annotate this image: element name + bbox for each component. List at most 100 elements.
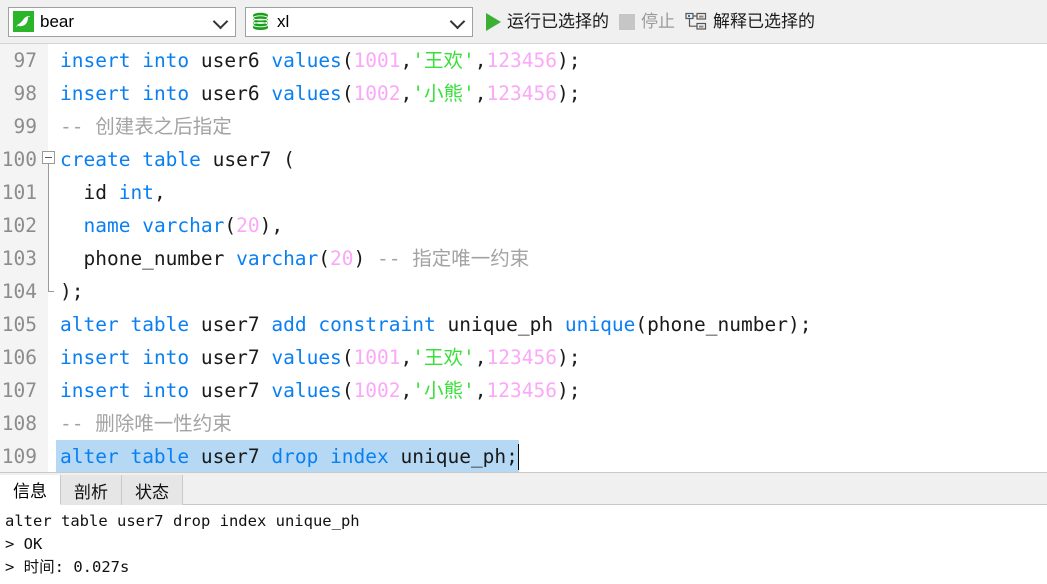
- code-text[interactable]: alter table user7 drop index unique_ph;: [56, 440, 519, 472]
- run-selected-label: 运行已选择的: [507, 12, 609, 31]
- connection-combobox[interactable]: bear: [8, 6, 236, 37]
- code-text[interactable]: name varchar(20),: [56, 209, 1047, 242]
- fold-toggle-icon[interactable]: [41, 143, 56, 176]
- token-kw: constraint: [318, 313, 436, 336]
- code-text[interactable]: );: [56, 275, 1047, 308]
- result-tabs[interactable]: 信息 剖析 状态: [0, 473, 1047, 505]
- explain-selected-label: 解释已选择的: [713, 12, 815, 31]
- fold-guide: [41, 308, 56, 341]
- token-pl: ,: [474, 346, 487, 369]
- database-combobox[interactable]: xl: [245, 6, 473, 37]
- code-text[interactable]: phone_number varchar(20) -- 指定唯一约束: [56, 242, 1047, 275]
- token-pl: phone_number: [60, 247, 237, 270]
- token-pl: user7 (: [200, 148, 295, 171]
- token-kw: insert: [60, 82, 131, 105]
- code-line[interactable]: 105 alter table user7 add constraint uniq…: [0, 308, 1047, 341]
- code-line[interactable]: 109 alter table user7 drop index unique_p…: [0, 440, 1047, 472]
- fold-guide: [41, 440, 56, 472]
- fold-guide: [41, 209, 56, 242]
- stop-button[interactable]: 停止: [615, 7, 681, 37]
- token-pl: (: [341, 379, 354, 402]
- token-num: 123456: [486, 346, 557, 369]
- code-line[interactable]: 108 -- 删除唯一性约束: [0, 407, 1047, 440]
- code-line[interactable]: 97 insert into user6 values(1001,'王欢',123…: [0, 44, 1047, 77]
- line-number: 97: [13, 49, 37, 72]
- token-num: 123456: [486, 379, 557, 402]
- fold-guide: [41, 77, 56, 110]
- tab-状态[interactable]: 状态: [122, 475, 183, 505]
- code-line[interactable]: 106 insert into user7 values(1001,'王欢',12…: [0, 341, 1047, 374]
- explain-selected-button[interactable]: 解释已选择的: [681, 7, 821, 37]
- token-pl: );: [556, 346, 581, 369]
- token-kw: create: [60, 148, 131, 171]
- tab-剖析[interactable]: 剖析: [61, 475, 122, 505]
- token-kw: insert: [60, 346, 131, 369]
- database-value: xl: [277, 13, 290, 30]
- code-text[interactable]: -- 删除唯一性约束: [56, 407, 1047, 440]
- run-selected-button[interactable]: 运行已选择的: [482, 7, 615, 37]
- line-number: 106: [1, 346, 37, 369]
- fold-guide: [41, 407, 56, 440]
- token-pl: ,: [400, 82, 413, 105]
- token-pl: id: [60, 181, 119, 204]
- code-line[interactable]: 101 id int,: [0, 176, 1047, 209]
- fold-guide: [41, 374, 56, 407]
- token-pl: ),: [259, 214, 284, 237]
- token-pl: unique_ph;: [388, 445, 518, 468]
- play-icon: [486, 12, 501, 31]
- explain-plan-icon: [685, 12, 707, 32]
- code-text[interactable]: -- 创建表之后指定: [56, 110, 1047, 143]
- token-kw: unique: [564, 313, 636, 336]
- code-text[interactable]: alter table user7 add constraint unique_…: [56, 308, 1047, 341]
- code-line[interactable]: 104);: [0, 275, 1047, 308]
- stop-square-icon: [619, 13, 635, 30]
- line-number: 103: [1, 247, 37, 270]
- token-pl: );: [556, 49, 581, 72]
- token-pl: (: [341, 82, 354, 105]
- code-text[interactable]: insert into user6 values(1001,'王欢',12345…: [56, 44, 1047, 77]
- code-line[interactable]: 102 name varchar(20),: [0, 209, 1047, 242]
- toolbar: bear xl 运行已选择的 停止 解释已选择的: [0, 0, 1047, 44]
- chevron-down-icon[interactable]: [449, 13, 466, 29]
- code-lines[interactable]: 97 insert into user6 values(1001,'王欢',123…: [0, 44, 1047, 472]
- sql-editor[interactable]: 97 insert into user6 values(1001,'王欢',123…: [0, 44, 1047, 472]
- fold-guide: [41, 176, 56, 209]
- token-kw: drop: [271, 445, 319, 468]
- token-str: '小熊': [412, 379, 475, 402]
- code-text[interactable]: insert into user7 values(1001,'王欢',12345…: [56, 341, 1047, 374]
- fold-guide: [41, 242, 56, 275]
- token-num: 20: [330, 247, 354, 270]
- code-text[interactable]: id int,: [56, 176, 1047, 209]
- code-line[interactable]: 99 -- 创建表之后指定: [0, 110, 1047, 143]
- code-text[interactable]: insert into user6 values(1002,'小熊',12345…: [56, 77, 1047, 110]
- token-kw: varchar: [142, 214, 225, 237]
- token-kw: values: [271, 346, 342, 369]
- token-str: '王欢': [412, 49, 475, 72]
- result-panel: 信息 剖析 状态 alter table user7 drop index uniq…: [0, 472, 1047, 584]
- chevron-down-icon[interactable]: [212, 13, 229, 29]
- token-pl: user7: [189, 379, 272, 402]
- tabs-filler: [183, 475, 1047, 505]
- token-kw: into: [142, 49, 190, 72]
- fold-guide: [41, 44, 56, 77]
- token-pl: ): [353, 247, 378, 270]
- code-line[interactable]: 103 phone_number varchar(20) -- 指定唯一约束: [0, 242, 1047, 275]
- code-text[interactable]: create table user7 (: [56, 143, 1047, 176]
- code-line[interactable]: 98 insert into user6 values(1002,'小熊',123…: [0, 77, 1047, 110]
- token-num: 123456: [486, 82, 557, 105]
- line-number: 107: [1, 379, 37, 402]
- code-line[interactable]: 100 create table user7 (: [0, 143, 1047, 176]
- token-pl: user7: [189, 313, 272, 336]
- token-kw: add: [271, 313, 307, 336]
- code-line[interactable]: 107 insert into user7 values(1002,'小熊',12…: [0, 374, 1047, 407]
- token-pl: (: [318, 247, 331, 270]
- tab-信息[interactable]: 信息: [0, 475, 61, 505]
- token-kw: into: [142, 346, 190, 369]
- token-kw: table: [130, 445, 190, 468]
- code-text[interactable]: insert into user7 values(1002,'小熊',12345…: [56, 374, 1047, 407]
